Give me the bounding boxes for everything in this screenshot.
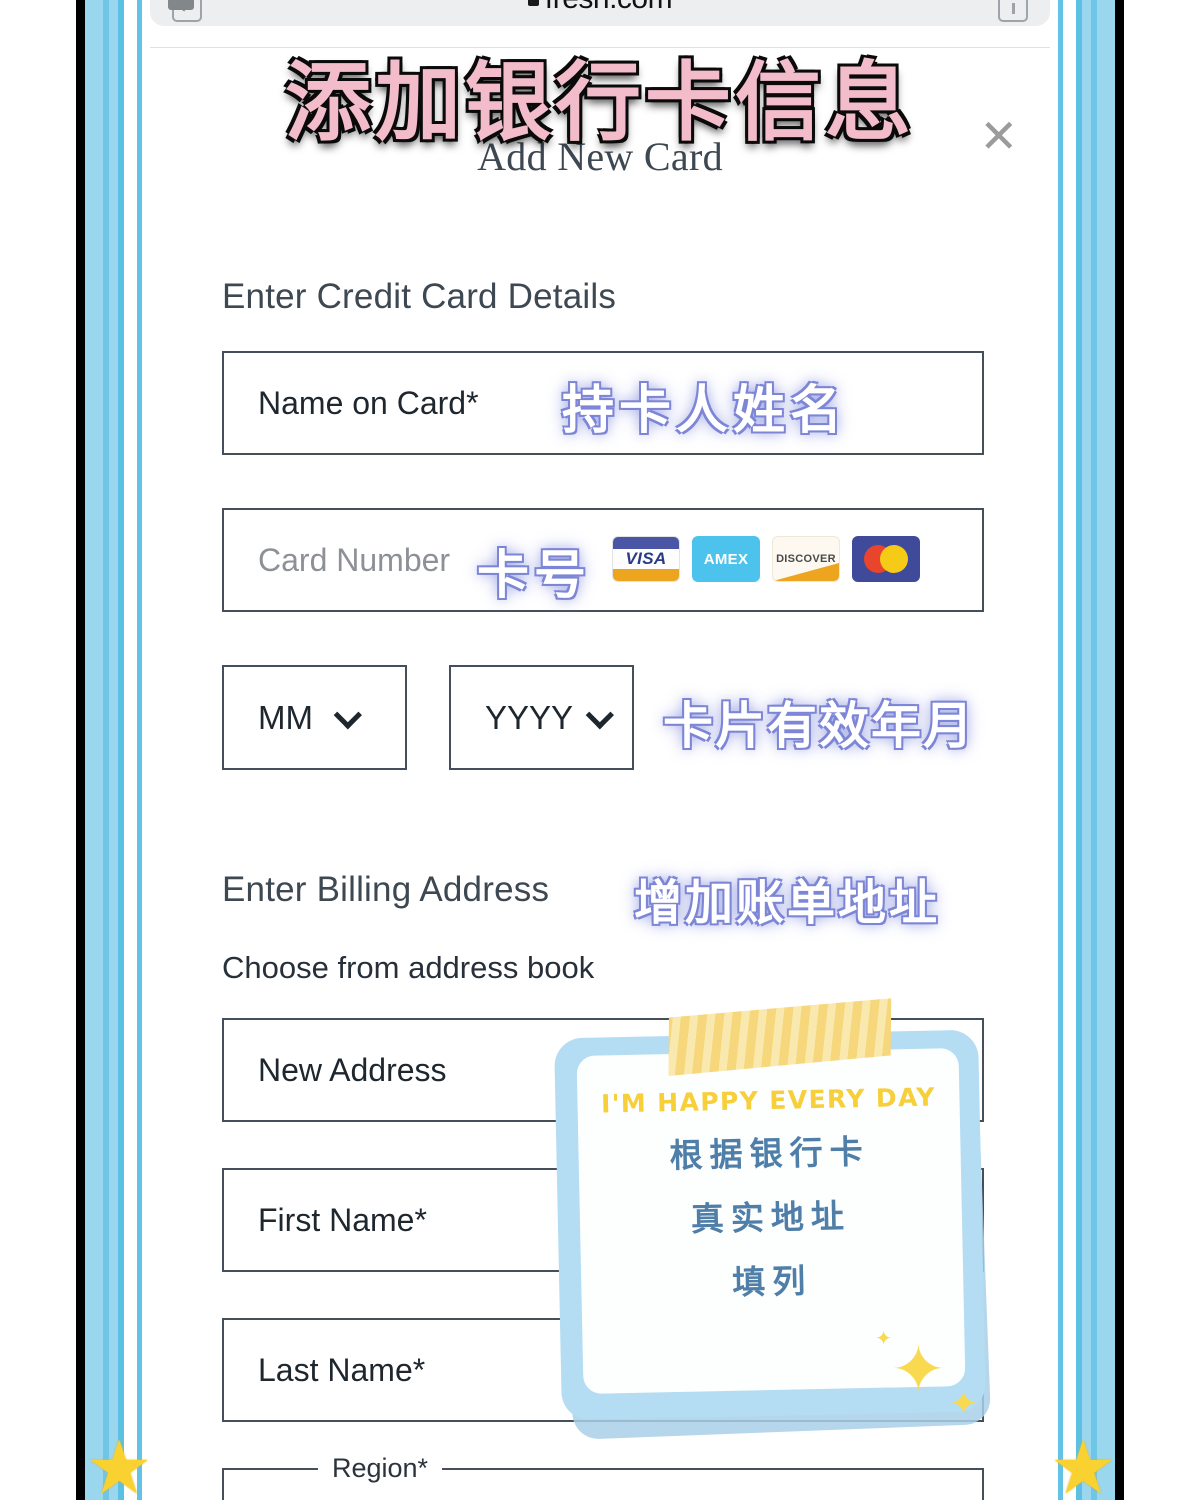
overlay-card-number-cn: 卡号 <box>477 533 591 608</box>
discover-icon: DISCOVER <box>772 536 840 582</box>
overlay-expiry-cn: 卡片有效年月 <box>663 686 975 758</box>
new-address-label: New Address <box>258 1052 447 1089</box>
url-text: fresh.com <box>545 0 672 16</box>
browser-address-bar[interactable]: fresh.com <box>150 0 1050 26</box>
sticker-banner-text: I'M HAPPY EVERY DAY <box>601 1083 936 1119</box>
star-icon-right: ★ <box>1050 1440 1114 1504</box>
frame-band-right-white <box>1063 0 1076 1500</box>
frame-band-left-white-2 <box>142 0 150 1500</box>
billing-address-heading: Enter Billing Address <box>222 870 549 910</box>
sticker-line-1: 根据银行卡 <box>669 1125 870 1177</box>
lock-icon <box>528 0 539 6</box>
chevron-down-icon <box>334 701 362 729</box>
amex-label: AMEX <box>704 551 749 568</box>
discover-label: DISCOVER <box>776 553 836 565</box>
first-name-label: First Name* <box>258 1202 427 1239</box>
reader-mode-icon[interactable] <box>172 0 202 22</box>
frame-band-right-black <box>1115 0 1124 1500</box>
overlay-billing-cn: 增加账单地址 <box>634 863 940 933</box>
reload-icon[interactable] <box>998 0 1028 22</box>
frame-band-right-white-2 <box>1050 0 1058 1500</box>
expiry-year-select[interactable]: YYYY <box>449 665 634 770</box>
credit-card-heading: Enter Credit Card Details <box>222 277 616 317</box>
sparkle-icon-large: ✦ <box>891 1331 946 1408</box>
name-on-card-label: Name on Card* <box>258 385 479 422</box>
card-brand-icons: VISA AMEX DISCOVER <box>612 536 920 582</box>
url-display[interactable]: fresh.com <box>528 0 672 16</box>
frame-band-left-black <box>76 0 85 1500</box>
sparkle-icon-small: ✦ <box>875 1326 892 1350</box>
expiry-month-value: MM <box>258 699 313 737</box>
overlay-title-cn: 添加银行卡信息 <box>150 32 1050 157</box>
expiry-month-select[interactable]: MM <box>222 665 407 770</box>
mastercard-icon <box>852 536 920 582</box>
star-icon-left: ★ <box>86 1440 150 1504</box>
sticky-note-sticker: I'M HAPPY EVERY DAY 根据银行卡 真实地址 填列 ✦ ✦ ✦ <box>548 1006 1008 1446</box>
frame-band-left-blue-3 <box>109 0 118 1500</box>
frame-band-right-blue-1 <box>1097 0 1115 1500</box>
visa-label: VISA <box>626 549 667 569</box>
sparkle-icon-medium: ✦ <box>950 1384 979 1424</box>
visa-icon: VISA <box>612 536 680 582</box>
chevron-down-icon <box>586 701 614 729</box>
frame-band-left-white <box>124 0 137 1500</box>
last-name-label: Last Name* <box>258 1352 425 1389</box>
frame-band-right-blue-3 <box>1082 0 1091 1500</box>
address-book-subheading: Choose from address book <box>222 950 594 986</box>
card-number-placeholder: Card Number <box>258 542 450 579</box>
region-label: Region* <box>318 1453 442 1484</box>
sticker-line-2: 真实地址 <box>690 1189 851 1240</box>
expiry-year-value: YYYY <box>485 699 573 737</box>
sticker-line-3: 填列 <box>732 1254 813 1304</box>
frame-band-left-blue-1 <box>85 0 103 1500</box>
mastercard-circle-yellow <box>880 545 908 573</box>
overlay-name-on-card-cn: 持卡人姓名 <box>562 368 847 443</box>
amex-icon: AMEX <box>692 536 760 582</box>
